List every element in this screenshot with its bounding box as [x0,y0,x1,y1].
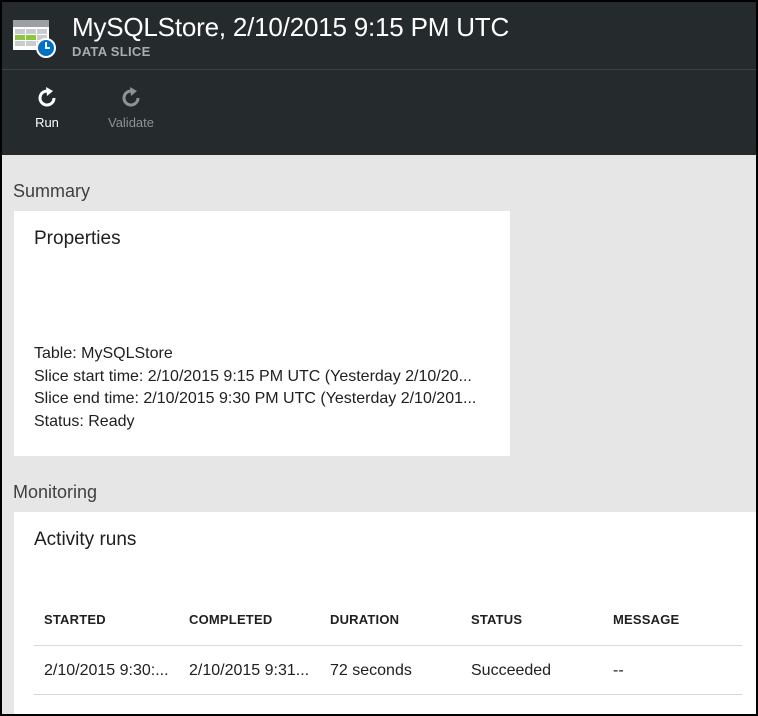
column-header-duration[interactable]: DURATION [320,604,461,646]
data-slice-table-clock-icon [13,20,56,58]
activity-runs-title: Activity runs [34,529,137,550]
cell-status: Succeeded [461,645,603,695]
validate-button[interactable]: Validate [101,86,161,136]
title-bar: MySQLStore, 2/10/2015 9:15 PM UTC DATA S… [2,2,756,70]
activity-runs-card[interactable]: Activity runs STARTED COMPLETED DURATION… [14,512,756,714]
column-header-message[interactable]: MESSAGE [603,604,742,646]
cell-started: 2/10/2015 9:30:... [34,645,179,695]
summary-section-label: Summary [13,181,91,201]
properties-list: Table: MySQLStore Slice start time: 2/10… [34,343,494,433]
data-slice-blade: MySQLStore, 2/10/2015 9:15 PM UTC DATA S… [2,2,756,714]
activity-runs-table: STARTED COMPLETED DURATION STATUS MESSAG… [34,604,742,695]
run-button-label: Run [35,115,59,130]
properties-card-title: Properties [34,228,121,249]
run-button[interactable]: Run [17,86,77,136]
blade-header: MySQLStore, 2/10/2015 9:15 PM UTC DATA S… [2,2,756,155]
cell-duration: 72 seconds [320,645,461,695]
refresh-icon [122,87,140,107]
properties-card[interactable]: Properties Table: MySQLStore Slice start… [14,211,510,456]
validate-button-label: Validate [107,115,154,130]
property-slice-end: Slice end time: 2/10/2015 9:30 PM UTC (Y… [34,390,477,407]
property-status: Status: Ready [34,412,135,430]
property-table: Table: MySQLStore [34,345,173,362]
column-header-completed[interactable]: COMPLETED [179,604,320,646]
property-slice-start: Slice start time: 2/10/2015 9:15 PM UTC … [34,367,472,385]
column-header-started[interactable]: STARTED [34,604,179,646]
cell-completed: 2/10/2015 9:31... [179,645,320,695]
page-subtitle: DATA SLICE [72,44,151,59]
cell-message: -- [603,645,742,695]
refresh-icon [38,87,56,107]
table-row[interactable]: 2/10/2015 9:30:... 2/10/2015 9:31... 72 … [34,645,742,695]
page-title: MySQLStore, 2/10/2015 9:15 PM UTC [72,12,510,42]
column-header-status[interactable]: STATUS [461,604,603,646]
table-header-row: STARTED COMPLETED DURATION STATUS MESSAG… [34,604,742,646]
monitoring-section-label: Monitoring [13,482,98,502]
